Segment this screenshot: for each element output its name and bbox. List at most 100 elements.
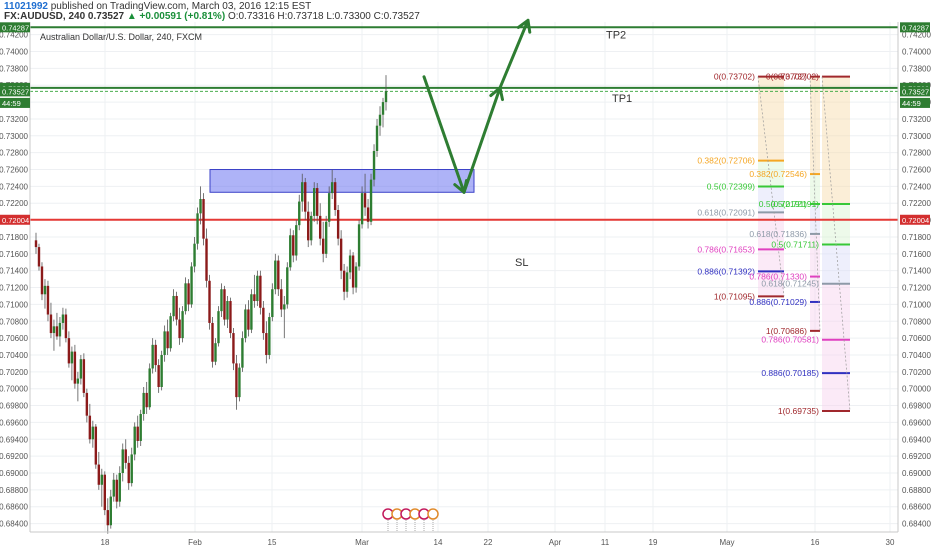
y-tick-right: 0.73800: [902, 64, 931, 73]
fib-level-label: 0.5(0.72399): [707, 181, 755, 191]
y-tick-left: 0.70200: [0, 368, 29, 377]
fib-band: [822, 339, 850, 374]
candle-body: [100, 474, 104, 485]
fib-level-label: 0(0.73702): [778, 72, 819, 82]
candle-body: [79, 359, 83, 379]
y-tick-left: 0.70800: [0, 317, 29, 326]
y-tick-right: 0.68600: [902, 503, 931, 512]
candle-body: [220, 289, 223, 312]
time-axis[interactable]: 18 Feb 15 Mar 14 22 Apr 11 19 May 16 30: [30, 531, 898, 547]
demand-zone[interactable]: [209, 169, 475, 193]
candle-body: [130, 454, 133, 484]
candle-body: [202, 199, 205, 239]
y-tick-right: 0.70800: [902, 317, 931, 326]
y-tick-right: 0.70000: [902, 385, 931, 394]
fib-level-label: 0.618(0.71245): [761, 279, 819, 289]
y-tick-left: 0.72600: [0, 166, 29, 175]
x-tick: May: [719, 538, 734, 547]
candle-body: [166, 331, 169, 349]
y-tick-right: 0.70600: [902, 334, 931, 343]
candle-body: [330, 182, 334, 194]
candle-body: [124, 449, 127, 463]
y-tick-right: 0.71800: [902, 233, 931, 242]
candle-body: [136, 426, 139, 441]
candle-body: [304, 182, 307, 212]
price-label-text: 0.73527: [2, 87, 29, 96]
candle-body: [199, 199, 202, 214]
y-tick-right: 0.72800: [902, 149, 931, 158]
candle-body: [181, 311, 184, 339]
candle-body: [91, 426, 95, 440]
left-price-axis[interactable]: 0.742000.740000.738000.736000.734000.732…: [0, 22, 31, 532]
y-tick-right: 0.69200: [902, 452, 931, 461]
candle-body: [310, 215, 313, 241]
right-price-axis[interactable]: 0.742000.740000.738000.736000.734000.732…: [897, 22, 931, 532]
y-tick-right: 0.71000: [902, 300, 931, 309]
candle-body: [94, 426, 98, 465]
y-tick-left: 0.71600: [0, 250, 29, 259]
candle-body: [73, 351, 77, 384]
candle-body: [127, 462, 130, 484]
candle-body: [187, 283, 190, 305]
fib-level-label: 1(0.69735): [778, 406, 819, 416]
x-tick: 19: [649, 538, 658, 547]
candle-body: [301, 182, 304, 202]
y-tick-left: 0.69600: [0, 418, 29, 427]
annotation-sl: SL: [515, 257, 528, 269]
y-tick-left: 0.74000: [0, 48, 29, 57]
y-tick-left: 0.68600: [0, 503, 29, 512]
candle-body: [318, 215, 322, 239]
candle-body: [268, 317, 271, 355]
y-tick-left: 0.72400: [0, 182, 29, 191]
candle-body: [292, 235, 295, 256]
candle-body: [139, 413, 142, 441]
candle-body: [375, 125, 379, 151]
candle-body: [357, 224, 361, 267]
price-label-text: 0.73527: [902, 87, 929, 96]
candle-body: [190, 266, 193, 305]
x-tick: 14: [434, 538, 443, 547]
fib-level-label: 0.886(0.71029): [749, 297, 807, 307]
y-tick-right: 0.73200: [902, 115, 931, 124]
candle-body: [121, 449, 124, 473]
candle-body: [196, 213, 199, 244]
x-tick: 18: [101, 538, 110, 547]
y-tick-right: 0.69400: [902, 435, 931, 444]
candle-body: [372, 150, 376, 180]
price-chart[interactable]: Australian Dollar/U.S. Dollar, 240, FXCM…: [0, 0, 932, 550]
candle-body: [265, 333, 268, 355]
zone-rect[interactable]: [209, 169, 475, 193]
y-tick-right: 0.72200: [902, 199, 931, 208]
candle-body: [280, 289, 283, 310]
y-tick-right: 0.71400: [902, 267, 931, 276]
candle-body: [277, 260, 280, 290]
fib-level-label: 0.786(0.71653): [697, 244, 755, 254]
candle-body: [34, 240, 38, 248]
candle-body: [208, 280, 211, 323]
y-tick-right: 0.71600: [902, 250, 931, 259]
y-tick-right: 0.69000: [902, 469, 931, 478]
candle-body: [52, 326, 56, 334]
candle-body: [253, 294, 256, 302]
event-marker-icon[interactable]: [427, 508, 439, 520]
candle-body: [354, 266, 358, 288]
candle-body: [82, 359, 86, 393]
y-tick-left: 0.68400: [0, 520, 29, 529]
candle-body: [163, 331, 166, 355]
fib-level-label: 0.382(0.72546): [749, 169, 807, 179]
candle-body: [184, 283, 187, 312]
candle-body: [369, 179, 373, 222]
candle-body: [384, 91, 388, 103]
y-tick-left: 0.70400: [0, 351, 29, 360]
price-label-text: 0.72004: [902, 216, 929, 225]
candle-body: [157, 365, 160, 388]
fib-level-label: 0.786(0.70581): [761, 335, 819, 345]
y-tick-right: 0.71200: [902, 284, 931, 293]
candle-body: [250, 294, 253, 330]
fib-level-label: 0.618(0.71836): [749, 229, 807, 239]
candle-body: [175, 295, 178, 320]
y-tick-right: 0.72400: [902, 182, 931, 191]
candle-body: [151, 344, 154, 369]
candle-body: [381, 102, 385, 115]
candle-body: [247, 309, 250, 330]
